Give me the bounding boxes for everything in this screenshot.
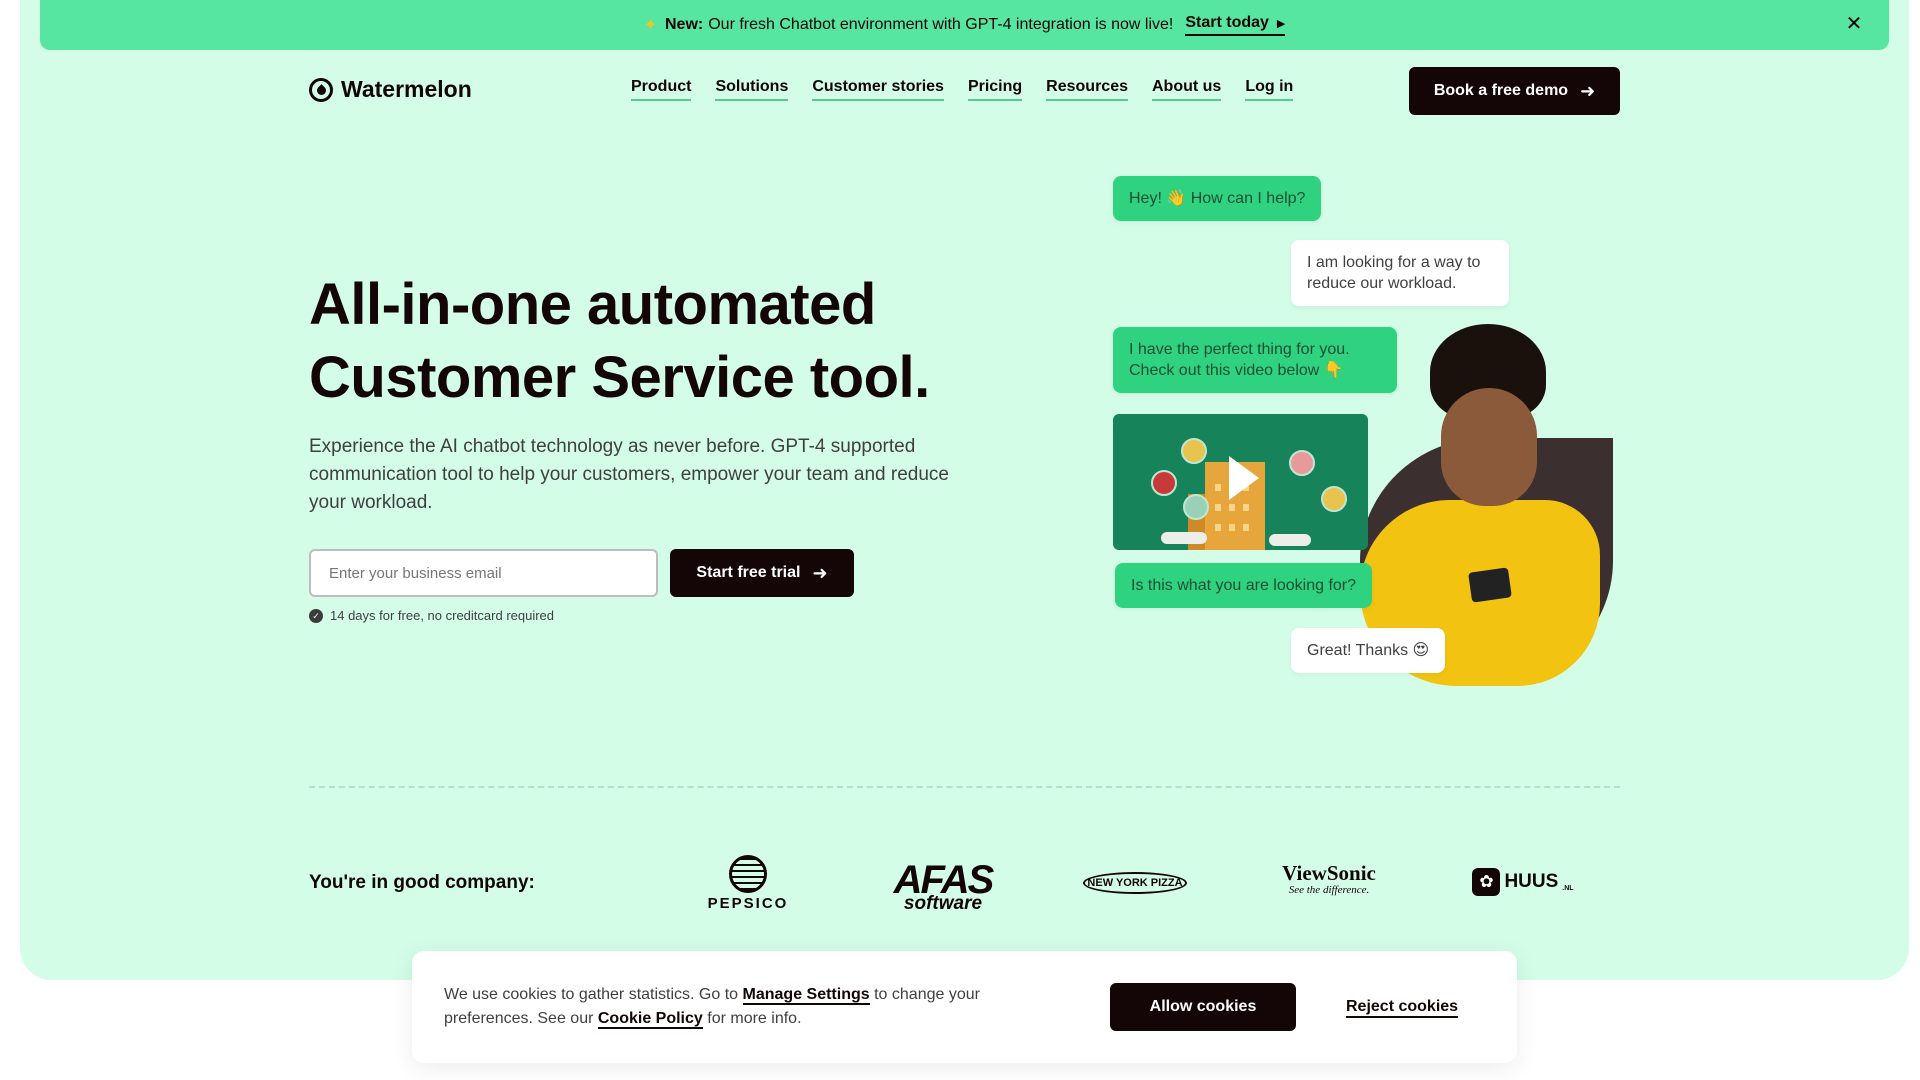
phone-icon <box>1468 567 1512 603</box>
hero-title-line1: All-in-one automated <box>309 272 876 337</box>
main-nav: Product Solutions Customer stories Prici… <box>631 78 1294 101</box>
nav-product[interactable]: Product <box>631 78 692 101</box>
nav-customer-stories[interactable]: Customer stories <box>812 78 944 101</box>
start-today-link[interactable]: Start today ▶ <box>1185 14 1286 36</box>
announcement-new-label: New: <box>665 16 704 33</box>
avatar-icon <box>1181 438 1207 464</box>
cloud-shape <box>1161 532 1207 544</box>
business-email-input[interactable] <box>309 549 658 597</box>
play-icon[interactable] <box>1229 456 1259 500</box>
video-thumbnail[interactable] <box>1113 414 1368 550</box>
reject-cookies-button[interactable]: Reject cookies <box>1346 998 1459 1018</box>
new-york-pizza-logo: NEW YORK PIZZA <box>1083 872 1187 894</box>
huus-logo: ✿ HUUS .NL <box>1471 868 1575 896</box>
good-company-label: You're in good company: <box>309 872 535 893</box>
watermelon-logo-icon <box>309 77 333 102</box>
nav-resources[interactable]: Resources <box>1046 78 1128 101</box>
book-demo-button[interactable]: Book a free demo ➜ <box>1409 67 1620 115</box>
arrow-right-icon: ➜ <box>1580 81 1596 101</box>
window-shape <box>1229 504 1235 511</box>
window-shape <box>1243 504 1249 511</box>
announcement-message: Our fresh Chatbot environment with GPT-4… <box>708 16 1174 33</box>
afas-subtitle: software <box>903 893 983 914</box>
brand-logo[interactable]: Watermelon <box>309 76 472 103</box>
cookie-text: We use cookies to gather statistics. Go … <box>444 983 1044 1031</box>
nav-about-us[interactable]: About us <box>1152 78 1222 101</box>
hero-subtitle: Experience the AI chatbot technology as … <box>309 436 949 513</box>
cloud-shape <box>1269 534 1311 546</box>
window-shape <box>1215 504 1221 511</box>
pepsico-wordmark: PEPSICO <box>707 895 789 912</box>
chat-bubble-user: Great! Thanks 😍 <box>1291 628 1446 673</box>
sparkle-icon: ✦ <box>643 17 657 34</box>
huus-tld: .NL <box>1562 885 1574 892</box>
avatar-icon <box>1151 470 1177 496</box>
nav-solutions[interactable]: Solutions <box>715 78 789 101</box>
page-background <box>20 0 1909 980</box>
afas-logo: AFAS software <box>893 860 995 914</box>
play-triangle-icon: ▶ <box>1276 17 1286 30</box>
check-circle-icon: ✓ <box>309 608 323 623</box>
section-divider <box>309 786 1620 788</box>
viewsonic-wordmark: ViewSonic <box>1282 861 1376 885</box>
arrow-right-icon: ➜ <box>812 563 828 583</box>
start-free-trial-label: Start free trial <box>696 564 801 581</box>
brand-name: Watermelon <box>341 76 472 102</box>
hero-title: All-in-one automated Customer Service to… <box>309 268 989 414</box>
start-today-label: Start today <box>1185 14 1269 31</box>
pepsico-logo: PEPSICO <box>700 855 796 912</box>
cookie-policy-link[interactable]: Cookie Policy <box>597 1010 703 1029</box>
avatar-icon <box>1289 450 1315 476</box>
manage-settings-link[interactable]: Manage Settings <box>742 986 870 1005</box>
window-shape <box>1229 524 1235 531</box>
clover-icon: ✿ <box>1472 868 1501 896</box>
viewsonic-tagline: See the difference. <box>1288 884 1370 896</box>
chat-bubble-bot: Is this what you are looking for? <box>1115 563 1373 608</box>
nav-log-in[interactable]: Log in <box>1245 78 1294 101</box>
window-shape <box>1215 484 1221 491</box>
avatar-icon <box>1321 486 1347 512</box>
cookie-text-pre: We use cookies to gather statistics. Go … <box>444 986 739 1003</box>
hero-title-line2: Customer Service tool <box>309 345 915 410</box>
chat-bubble-bot: I have the perfect thing for you. Check … <box>1113 327 1397 393</box>
announcement-bar: ✦ New: Our fresh Chatbot environment wit… <box>40 0 1889 50</box>
window-shape <box>1215 524 1221 531</box>
close-icon[interactable]: ✕ <box>1843 13 1865 35</box>
trial-note-text: 14 days for free, no creditcard required <box>330 608 555 623</box>
chat-bubble-user: I am looking for a way to reduce our wor… <box>1291 240 1509 306</box>
chat-bubble-bot: Hey! 👋 How can I help? <box>1113 176 1322 221</box>
huus-wordmark: HUUS <box>1504 871 1559 892</box>
trial-note: ✓ 14 days for free, no creditcard requir… <box>309 608 554 623</box>
cookie-banner: We use cookies to gather statistics. Go … <box>412 951 1517 1063</box>
cookie-text-post: for more info. <box>707 1010 802 1027</box>
viewsonic-logo: ViewSonic See the difference. <box>1277 862 1381 896</box>
avatar-icon <box>1183 494 1209 520</box>
start-free-trial-button[interactable]: Start free trial ➜ <box>670 549 854 597</box>
person-face <box>1441 388 1537 506</box>
pepsico-globe-icon <box>729 855 767 893</box>
book-demo-label: Book a free demo <box>1433 82 1569 99</box>
allow-cookies-button[interactable]: Allow cookies <box>1110 983 1296 1031</box>
hero-title-dot: . <box>914 345 930 410</box>
nav-pricing[interactable]: Pricing <box>967 78 1023 101</box>
window-shape <box>1243 524 1249 531</box>
